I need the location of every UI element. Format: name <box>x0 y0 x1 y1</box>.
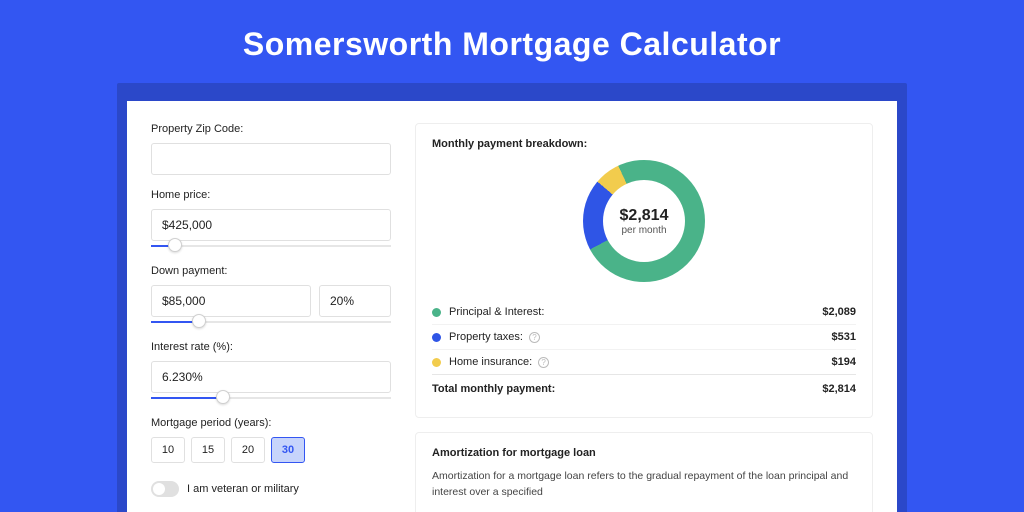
calculator-card-outer: Property Zip Code: Home price: Down paym… <box>117 83 907 512</box>
legend-dot-icon <box>432 308 441 317</box>
amortization-panel: Amortization for mortgage loan Amortizat… <box>415 432 873 512</box>
veteran-toggle[interactable] <box>151 481 179 497</box>
period-btn-20[interactable]: 20 <box>231 437 265 463</box>
breakdown-donut-chart: $2,814 per month <box>583 160 705 282</box>
total-value: $2,814 <box>822 383 856 395</box>
legend-row: Home insurance:?$194 <box>432 349 856 374</box>
page-title: Somersworth Mortgage Calculator <box>0 0 1024 83</box>
breakdown-panel: Monthly payment breakdown: $2,814 per mo… <box>415 123 873 418</box>
home-price-slider-thumb[interactable] <box>168 238 182 252</box>
donut-center-sub: per month <box>621 225 666 236</box>
home-price-input[interactable] <box>151 209 391 241</box>
total-label: Total monthly payment: <box>432 383 822 395</box>
donut-center-value: $2,814 <box>620 207 669 225</box>
zip-label: Property Zip Code: <box>151 123 391 135</box>
period-label: Mortgage period (years): <box>151 417 391 429</box>
calculator-card: Property Zip Code: Home price: Down paym… <box>127 101 897 512</box>
period-btn-30[interactable]: 30 <box>271 437 305 463</box>
info-icon[interactable]: ? <box>529 332 540 343</box>
results-column: Monthly payment breakdown: $2,814 per mo… <box>415 123 873 512</box>
legend-value: $194 <box>832 356 856 368</box>
amortization-title: Amortization for mortgage loan <box>432 447 856 459</box>
legend-row: Principal & Interest:$2,089 <box>432 300 856 324</box>
inputs-column: Property Zip Code: Home price: Down paym… <box>151 123 391 512</box>
down-payment-input[interactable] <box>151 285 311 317</box>
amortization-text: Amortization for a mortgage loan refers … <box>432 469 856 501</box>
legend-value: $2,089 <box>822 306 856 318</box>
legend-row: Property taxes:?$531 <box>432 324 856 349</box>
legend-label: Property taxes:? <box>449 331 832 343</box>
down-payment-slider-thumb[interactable] <box>192 314 206 328</box>
breakdown-title: Monthly payment breakdown: <box>432 138 856 150</box>
veteran-label: I am veteran or military <box>187 483 299 495</box>
legend-label: Principal & Interest: <box>449 306 822 318</box>
period-btn-10[interactable]: 10 <box>151 437 185 463</box>
down-payment-label: Down payment: <box>151 265 391 277</box>
down-payment-pct-input[interactable] <box>319 285 391 317</box>
legend-dot-icon <box>432 333 441 342</box>
legend-dot-icon <box>432 358 441 367</box>
interest-slider[interactable] <box>151 393 391 403</box>
period-btn-15[interactable]: 15 <box>191 437 225 463</box>
period-row: 10152030 <box>151 437 391 463</box>
legend-label: Home insurance:? <box>449 356 832 368</box>
zip-input[interactable] <box>151 143 391 175</box>
interest-label: Interest rate (%): <box>151 341 391 353</box>
interest-slider-thumb[interactable] <box>216 390 230 404</box>
interest-input[interactable] <box>151 361 391 393</box>
info-icon[interactable]: ? <box>538 357 549 368</box>
down-payment-slider[interactable] <box>151 317 391 327</box>
legend-value: $531 <box>832 331 856 343</box>
home-price-label: Home price: <box>151 189 391 201</box>
home-price-slider[interactable] <box>151 241 391 251</box>
